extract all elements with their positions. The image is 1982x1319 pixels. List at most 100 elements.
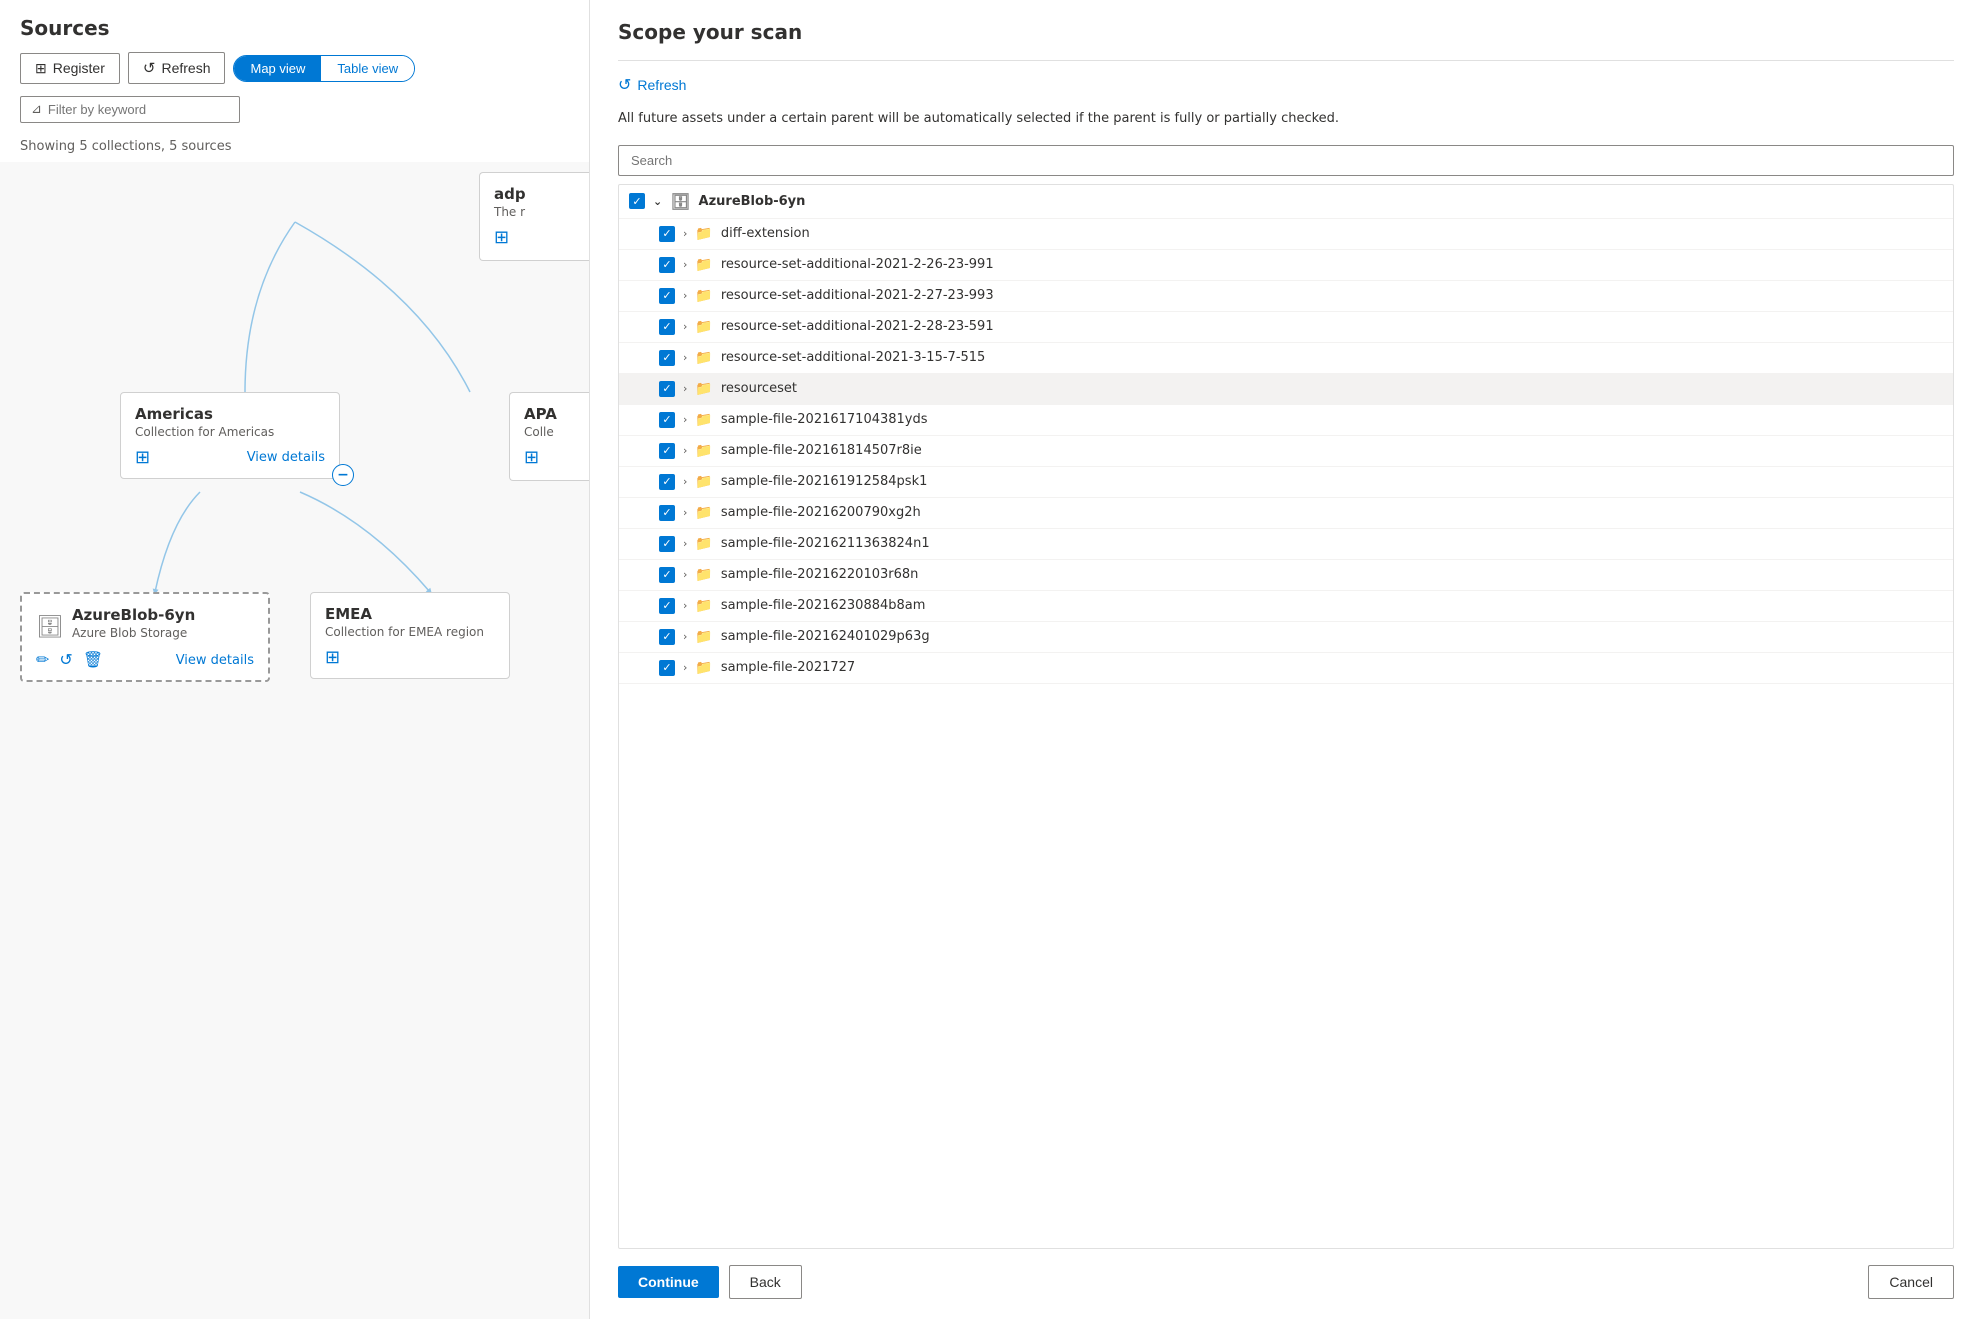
item-label: resource-set-additional-2021-3-15-7-515 (721, 350, 985, 365)
cancel-button[interactable]: Cancel (1868, 1265, 1954, 1299)
adp-subtitle: The r (494, 205, 575, 219)
tree-item[interactable]: ›📁sample-file-2021617104381yds (619, 405, 1953, 436)
americas-grid-icon: ⊞ (135, 447, 150, 468)
item-label: sample-file-2021617104381yds (721, 412, 928, 427)
item-checkbox[interactable] (659, 629, 675, 645)
left-header: Sources ⊞ Register ↺ Refresh Map view Ta… (0, 0, 589, 139)
root-folder-icon: 🗄 (670, 192, 690, 211)
item-folder-icon: 📁 (695, 536, 712, 552)
tree-item[interactable]: ›📁sample-file-20216200790xg2h (619, 498, 1953, 529)
refresh-button-right[interactable]: ↺ Refresh (618, 75, 1954, 95)
item-label: resourceset (721, 381, 797, 396)
table-view-button[interactable]: Table view (321, 56, 414, 81)
item-checkbox[interactable] (659, 350, 675, 366)
tree-item[interactable]: › 📁 sample-file-202161912584psk1 (619, 467, 1953, 498)
item-folder-icon: 📁 (695, 443, 712, 459)
blob-delete-button[interactable]: 🗑 (83, 650, 103, 670)
tree-item[interactable]: ›📁resource-set-additional-2021-2-28-23-5… (619, 312, 1953, 343)
azure-blob-card: 🗄 AzureBlob-6yn Azure Blob Storage ✏ ↺ 🗑… (20, 592, 270, 682)
tree-item[interactable]: ›📁resource-set-additional-2021-3-15-7-51… (619, 343, 1953, 374)
item-checkbox[interactable] (659, 660, 675, 676)
item-checkbox[interactable] (659, 226, 675, 242)
item-label: sample-file-20216200790xg2h (721, 505, 921, 520)
scope-search-input[interactable] (618, 145, 1954, 176)
item-label: sample-file-202161814507r8ie (721, 443, 922, 458)
apa-card: APA Colle ⊞ (509, 392, 589, 481)
item-folder-icon: 📁 (695, 474, 712, 490)
back-button[interactable]: Back (729, 1265, 802, 1299)
emea-grid-icon: ⊞ (325, 647, 340, 668)
item-label: sample-file-20216220103r68n (721, 567, 919, 582)
tree-item[interactable]: ›📁sample-file-2021727 (619, 653, 1953, 684)
continue-button[interactable]: Continue (618, 1266, 719, 1298)
tree-item[interactable]: ›📁diff-extension (619, 219, 1953, 250)
item-checkbox[interactable] (659, 536, 675, 552)
item-checkbox[interactable] (659, 412, 675, 428)
emea-subtitle: Collection for EMEA region (325, 625, 495, 639)
divider (618, 60, 1954, 61)
item-folder-icon: 📁 (695, 257, 712, 273)
item-folder-icon: 📁 (695, 598, 712, 614)
apa-grid-icon: ⊞ (524, 447, 575, 468)
blob-edit-button[interactable]: ✏ (36, 650, 49, 670)
emea-title: EMEA (325, 605, 495, 623)
americas-actions: ⊞ View details (135, 447, 325, 468)
item-checkbox[interactable] (659, 319, 675, 335)
item-chevron: › (683, 289, 687, 302)
item-checkbox[interactable] (659, 567, 675, 583)
root-chevron: ⌄ (653, 195, 662, 208)
item-chevron: › (683, 351, 687, 364)
americas-view-link[interactable]: View details (247, 450, 325, 465)
root-checkbox[interactable] (629, 193, 645, 209)
refresh-button-left[interactable]: ↺ Refresh (128, 52, 226, 84)
item-checkbox[interactable] (659, 443, 675, 459)
map-view-button[interactable]: Map view (234, 56, 321, 81)
item-label: resource-set-additional-2021-2-26-23-991 (721, 257, 994, 272)
item-chevron: › (683, 630, 687, 643)
item-checkbox[interactable] (659, 505, 675, 521)
item-checkbox[interactable] (659, 474, 675, 490)
tree-items-container: ›📁diff-extension›📁resource-set-additiona… (619, 219, 1953, 684)
item-label: resource-set-additional-2021-2-28-23-591 (721, 319, 994, 334)
map-area: adp The r ⊞ Americas Collection for Amer… (0, 162, 589, 1319)
refresh-icon-left: ↺ (143, 59, 156, 77)
item-label: sample-file-202161912584psk1 (721, 474, 928, 489)
left-panel: Sources ⊞ Register ↺ Refresh Map view Ta… (0, 0, 590, 1319)
americas-subtitle: Collection for Americas (135, 425, 325, 439)
item-folder-icon: 📁 (695, 629, 712, 645)
tree-item[interactable]: › 📁 sample-file-20216230884b8am (619, 591, 1953, 622)
item-chevron: › (683, 599, 687, 612)
showing-label: Showing 5 collections, 5 sources (0, 139, 589, 162)
item-label: diff-extension (721, 226, 810, 241)
collapse-button[interactable]: − (332, 464, 354, 486)
register-button[interactable]: ⊞ Register (20, 53, 120, 84)
tree-item[interactable]: ›📁resource-set-additional-2021-2-27-23-9… (619, 281, 1953, 312)
item-folder-icon: 📁 (695, 567, 712, 583)
item-chevron: › (683, 506, 687, 519)
tree-root-item[interactable]: ⌄ 🗄 AzureBlob-6yn (619, 185, 1953, 219)
tree-item[interactable]: ›📁resource-set-additional-2021-2-26-23-9… (619, 250, 1953, 281)
item-checkbox[interactable] (659, 598, 675, 614)
scope-tree: ⌄ 🗄 AzureBlob-6yn ›📁diff-extension›📁reso… (618, 184, 1954, 1250)
tree-item[interactable]: ›📁sample-file-20216211363824n1 (619, 529, 1953, 560)
item-checkbox[interactable] (659, 381, 675, 397)
blob-scan-button[interactable]: ↺ (59, 650, 72, 670)
item-label: sample-file-20216230884b8am (721, 598, 926, 613)
tree-item[interactable]: ›📁sample-file-202162401029p63g (619, 622, 1953, 653)
item-label: resource-set-additional-2021-2-27-23-993 (721, 288, 994, 303)
tree-item[interactable]: ›📁resourceset (619, 374, 1953, 405)
page-title: Sources (20, 16, 569, 40)
item-checkbox[interactable] (659, 288, 675, 304)
blob-subtitle: Azure Blob Storage (72, 626, 195, 640)
item-checkbox[interactable] (659, 257, 675, 273)
tree-item[interactable]: ›📁sample-file-202161814507r8ie (619, 436, 1953, 467)
item-label: sample-file-20216211363824n1 (721, 536, 930, 551)
americas-card: Americas Collection for Americas ⊞ View … (120, 392, 340, 479)
connector-lines (0, 162, 589, 1319)
filter-input[interactable] (48, 102, 229, 117)
adp-card: adp The r ⊞ (479, 172, 589, 261)
item-chevron: › (683, 475, 687, 488)
tree-item[interactable]: ›📁sample-file-20216220103r68n (619, 560, 1953, 591)
blob-view-link[interactable]: View details (176, 653, 254, 668)
item-chevron: › (683, 661, 687, 674)
